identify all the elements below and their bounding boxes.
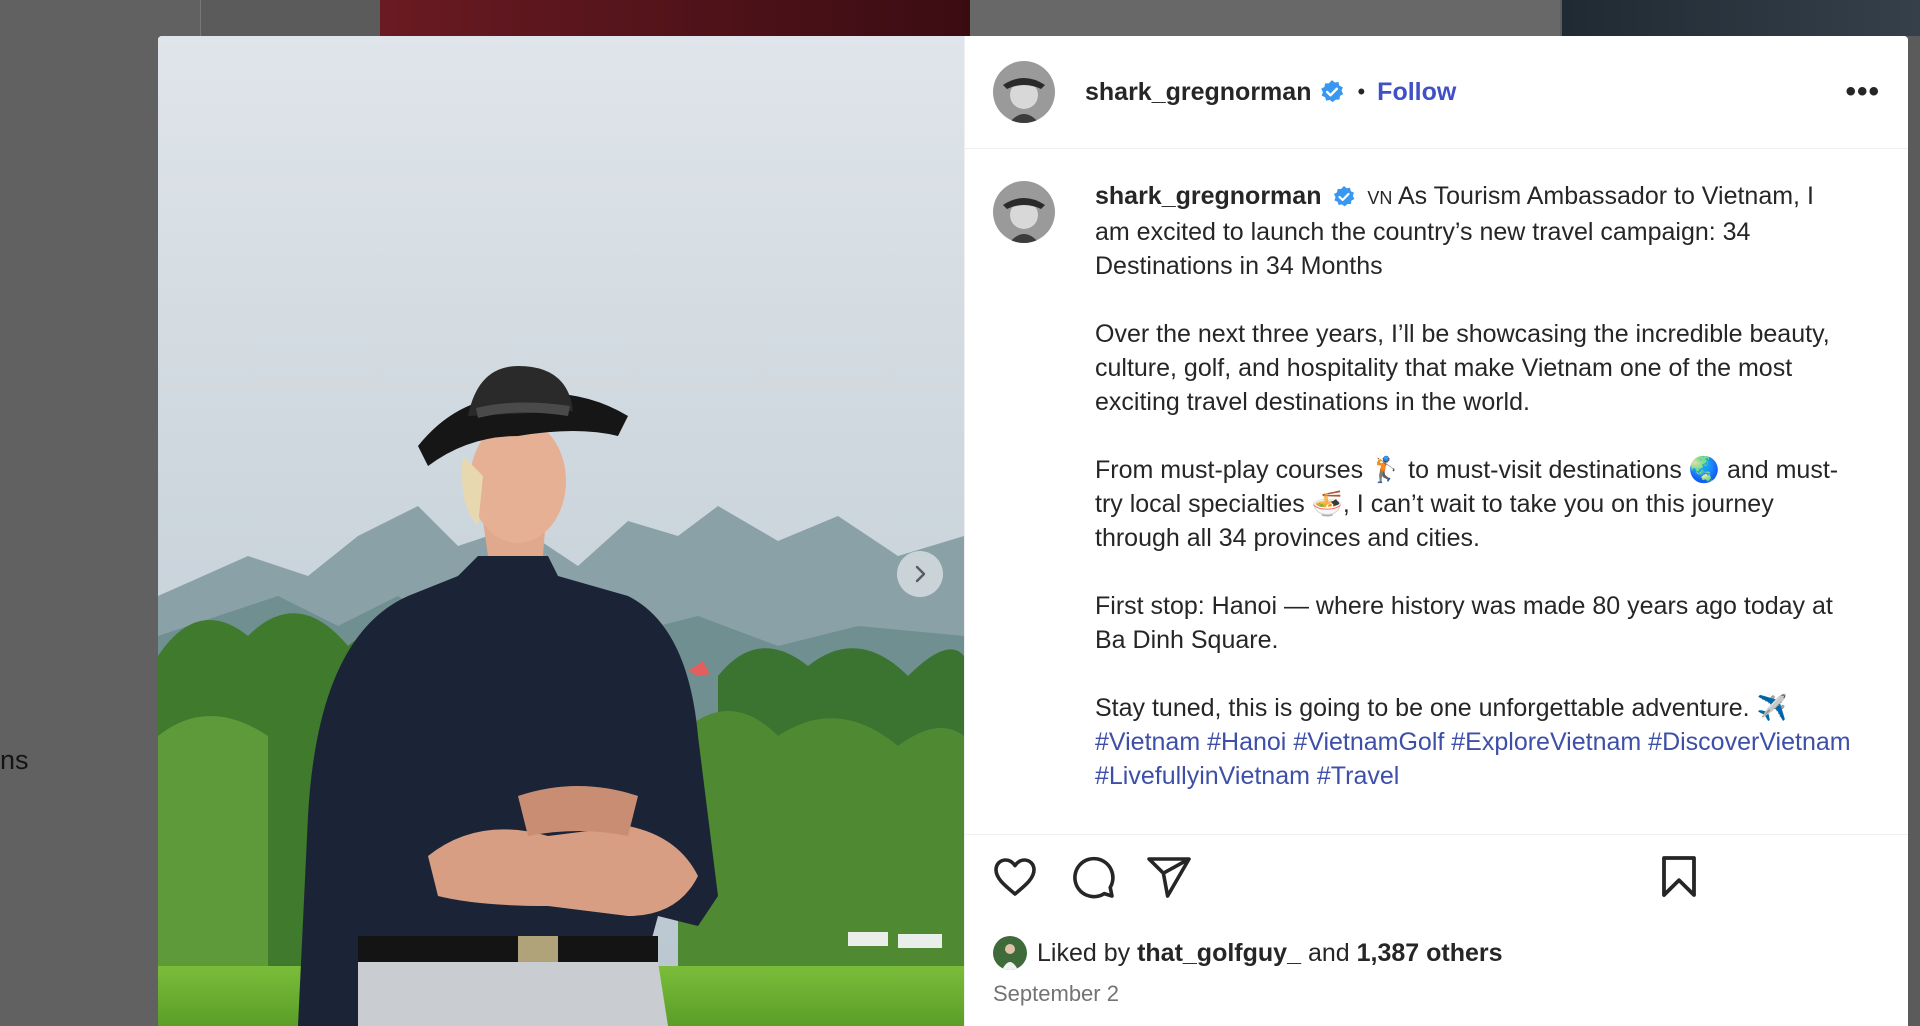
caption-area: shark_gregnorman VN As Tourism Ambassado… xyxy=(965,149,1908,834)
likes-prefix: Liked by xyxy=(1037,938,1131,967)
hashtag-link[interactable]: #Travel xyxy=(1317,762,1399,790)
caption-paragraph: shark_gregnorman VN As Tourism Ambassado… xyxy=(1095,179,1855,283)
hashtag-link[interactable]: #Vietnam xyxy=(1095,728,1200,756)
hashtag-link[interactable]: #DiscoverVietnam xyxy=(1648,728,1850,756)
share-icon[interactable] xyxy=(1145,853,1193,901)
caption-paragraph: Stay tuned, this is going to be one unfo… xyxy=(1095,691,1855,793)
author-avatar[interactable] xyxy=(993,61,1055,123)
hashtag-link[interactable]: #LivefullyinVietnam xyxy=(1095,762,1310,790)
next-photo-button[interactable] xyxy=(897,551,943,597)
post-header: shark_gregnorman • Follow ••• xyxy=(965,36,1908,149)
caption-text: to must-visit destinations xyxy=(1408,456,1682,484)
liker-username[interactable]: that_golfguy_ xyxy=(1137,939,1301,968)
caption-paragraph: Over the next three years, I’ll be showc… xyxy=(1095,320,1830,416)
follow-button[interactable]: Follow xyxy=(1377,78,1456,107)
post-date[interactable]: September 2 xyxy=(993,981,1119,1007)
comment-icon[interactable] xyxy=(1069,853,1117,901)
hashtag-link[interactable]: #ExploreVietnam xyxy=(1451,728,1641,756)
verified-badge-icon xyxy=(1321,80,1344,103)
more-options-icon[interactable]: ••• xyxy=(1845,75,1880,109)
airplane-emoji: ✈️ xyxy=(1756,694,1788,722)
noodle-emoji: 🍜 xyxy=(1311,490,1343,518)
hashtag-link[interactable]: #Hanoi xyxy=(1207,728,1286,756)
caption-avatar[interactable] xyxy=(993,181,1055,243)
background-thumbnail xyxy=(380,0,970,36)
post-modal: shark_gregnorman • Follow ••• shark_greg… xyxy=(158,36,1908,1026)
bookmark-icon[interactable] xyxy=(1655,853,1703,901)
caption-username[interactable]: shark_gregnorman xyxy=(1095,182,1321,210)
caption-paragraph: From must-play courses 🏌️ to must-visit … xyxy=(1095,453,1855,555)
heart-icon[interactable] xyxy=(991,853,1039,901)
verified-badge-icon xyxy=(1334,186,1355,207)
caption-paragraph: First stop: Hanoi — where history was ma… xyxy=(1095,592,1833,654)
header-separator: • xyxy=(1357,79,1366,104)
author-username[interactable]: shark_gregnorman xyxy=(1085,78,1311,107)
hashtag-link[interactable]: #VietnamGolf xyxy=(1293,728,1444,756)
globe-emoji: 🌏 xyxy=(1688,456,1720,484)
likes-middle: and xyxy=(1307,938,1350,967)
action-bar xyxy=(965,834,1908,925)
likes-count[interactable]: 1,387 others xyxy=(1357,939,1503,968)
caption-text: From must-play courses xyxy=(1095,456,1364,484)
next-arrow-icon xyxy=(915,565,926,583)
background-thumbnail xyxy=(970,0,1560,36)
background-thumbnail xyxy=(1562,0,1920,36)
golfer-emoji: 🏌️ xyxy=(1370,456,1402,484)
flag-label: VN xyxy=(1367,188,1393,208)
background-divider xyxy=(200,0,201,40)
post-photo xyxy=(158,36,964,1026)
post-panel: shark_gregnorman • Follow ••• shark_greg… xyxy=(964,36,1908,1026)
background-partial-text: ns xyxy=(0,745,29,775)
post-media xyxy=(158,36,964,1026)
liker-avatar[interactable] xyxy=(993,936,1027,970)
caption-text: Stay tuned, this is going to be one unfo… xyxy=(1095,694,1750,722)
likes-summary: Liked by that_golfguy_ and 1,387 others xyxy=(993,936,1503,970)
post-caption: shark_gregnorman VN As Tourism Ambassado… xyxy=(1095,179,1855,793)
